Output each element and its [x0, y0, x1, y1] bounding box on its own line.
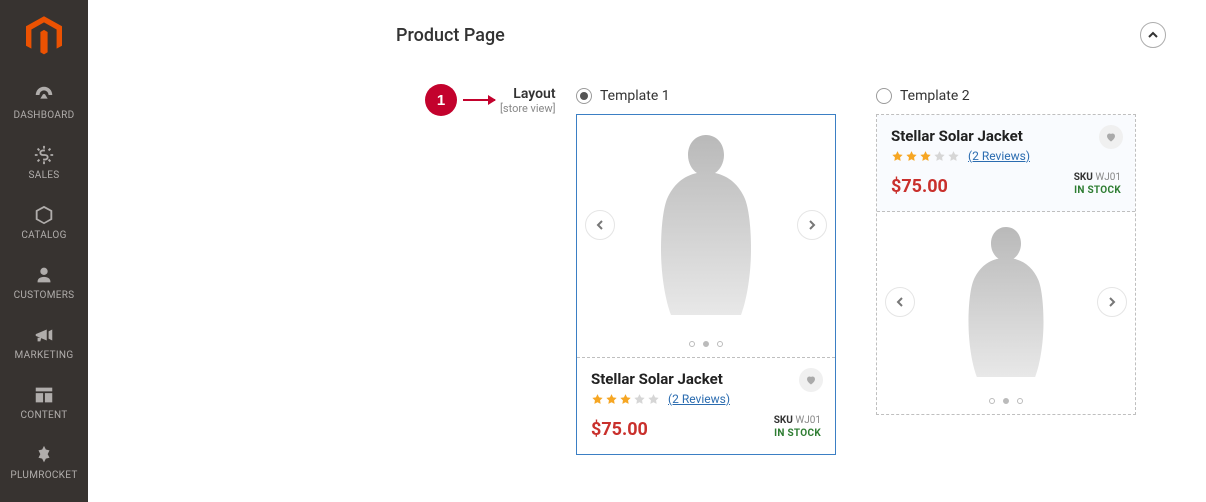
sidebar-item-customers[interactable]: CUSTOMERS: [0, 252, 88, 312]
admin-sidebar: DASHBOARD SALES CATALOG CUSTOMERS MARKET…: [0, 0, 88, 502]
sidebar-item-label: SALES: [29, 170, 60, 181]
product-silhouette-icon: [956, 222, 1056, 382]
product-image-area: [577, 115, 835, 335]
layout-option-template1: Template 1: [576, 88, 836, 455]
price-row: $75.00 SKU WJ01 IN STOCK: [591, 414, 821, 440]
field-label-text: Layout: [500, 86, 556, 102]
product-name: Stellar Solar Jacket: [591, 370, 821, 388]
product-info-box: Stellar Solar Jacket (2 Reviews) $75.00 …: [577, 357, 835, 454]
reviews-link[interactable]: (2 Reviews): [668, 392, 730, 406]
section-title: Product Page: [396, 25, 505, 46]
carousel-dot[interactable]: [703, 341, 709, 347]
rating-row: (2 Reviews): [591, 392, 821, 406]
annotation-arrow-icon: [463, 99, 495, 101]
chevron-right-icon: [1108, 297, 1116, 307]
section-collapse-button[interactable]: [1140, 22, 1166, 48]
carousel-prev-button[interactable]: [585, 210, 615, 240]
sku-stock: SKU WJ01 IN STOCK: [774, 414, 821, 440]
sidebar-item-label: DASHBOARD: [13, 110, 74, 121]
sidebar-item-marketing[interactable]: MARKETING: [0, 312, 88, 372]
heart-icon: [1105, 131, 1117, 143]
sku-value: WJ01: [795, 415, 821, 426]
carousel-next-button[interactable]: [797, 210, 827, 240]
star-icon: [619, 393, 632, 406]
carousel-dot[interactable]: [989, 398, 995, 404]
carousel-dot[interactable]: [717, 341, 723, 347]
field-scope: [store view]: [500, 102, 556, 115]
star-icon: [933, 150, 946, 163]
star-icon: [905, 150, 918, 163]
radio-button-icon: [576, 88, 592, 104]
heart-icon: [805, 374, 817, 386]
sidebar-item-label: PLUMROCKET: [10, 470, 77, 481]
sku-label: SKU: [774, 415, 793, 426]
carousel-dot[interactable]: [1017, 398, 1023, 404]
rating-stars: [891, 150, 960, 163]
radio-template2[interactable]: Template 2: [876, 88, 1136, 104]
layout-option-template2: Template 2 Stellar Solar Jacket (2 Revie: [876, 88, 1136, 455]
star-icon: [605, 393, 618, 406]
rating-row: (2 Reviews): [891, 149, 1121, 163]
carousel-prev-button[interactable]: [885, 287, 915, 317]
stock-status: IN STOCK: [1074, 184, 1121, 197]
template1-preview-card[interactable]: Stellar Solar Jacket (2 Reviews) $75.00 …: [576, 114, 836, 455]
reviews-link[interactable]: (2 Reviews): [968, 149, 1030, 163]
chevron-left-icon: [596, 220, 604, 230]
sidebar-item-label: MARKETING: [15, 350, 74, 361]
layout-options: Template 1: [576, 88, 1136, 455]
sidebar-item-label: CATALOG: [21, 230, 66, 241]
field-label: Layout [store view]: [500, 86, 556, 115]
wishlist-button[interactable]: [1099, 125, 1123, 149]
product-silhouette-icon: [646, 130, 766, 320]
radio-label: Template 1: [600, 88, 670, 104]
rating-stars: [591, 393, 660, 406]
chevron-left-icon: [896, 297, 904, 307]
carousel-dot[interactable]: [1003, 398, 1009, 404]
sku-label: SKU: [1074, 172, 1093, 183]
carousel-dots: [877, 392, 1135, 414]
sidebar-item-catalog[interactable]: CATALOG: [0, 192, 88, 252]
product-info-box: Stellar Solar Jacket (2 Reviews) $75.00 …: [877, 115, 1135, 212]
sku-stock: SKU WJ01 IN STOCK: [1074, 171, 1121, 197]
star-icon: [591, 393, 604, 406]
carousel-next-button[interactable]: [1097, 287, 1127, 317]
stock-status: IN STOCK: [774, 427, 821, 440]
annotation-badge: 1: [425, 84, 495, 116]
annotation-number: 1: [425, 84, 457, 116]
wishlist-button[interactable]: [799, 368, 823, 392]
radio-button-icon: [876, 88, 892, 104]
star-icon: [947, 150, 960, 163]
magento-logo[interactable]: [0, 0, 88, 72]
sidebar-item-dashboard[interactable]: DASHBOARD: [0, 72, 88, 132]
star-icon: [891, 150, 904, 163]
product-price: $75.00: [891, 176, 948, 197]
star-icon: [633, 393, 646, 406]
chevron-right-icon: [808, 220, 816, 230]
sidebar-item-plumrocket[interactable]: PLUMROCKET: [0, 432, 88, 492]
price-row: $75.00 SKU WJ01 IN STOCK: [891, 171, 1121, 197]
product-image-area: [877, 212, 1135, 392]
template2-preview-card[interactable]: Stellar Solar Jacket (2 Reviews) $75.00 …: [876, 114, 1136, 415]
carousel-dots: [577, 335, 835, 357]
sku-value: WJ01: [1095, 172, 1121, 183]
sidebar-item-label: CONTENT: [20, 410, 67, 421]
carousel-dot[interactable]: [689, 341, 695, 347]
radio-label: Template 2: [900, 88, 970, 104]
star-icon: [919, 150, 932, 163]
product-price: $75.00: [591, 419, 648, 440]
section-header: Product Page: [88, 0, 1206, 48]
sidebar-menu: DASHBOARD SALES CATALOG CUSTOMERS MARKET…: [0, 72, 88, 492]
sidebar-item-sales[interactable]: SALES: [0, 132, 88, 192]
sidebar-item-label: CUSTOMERS: [14, 290, 75, 301]
star-icon: [647, 393, 660, 406]
chevron-up-icon: [1148, 30, 1158, 40]
sidebar-item-content[interactable]: CONTENT: [0, 372, 88, 432]
radio-template1[interactable]: Template 1: [576, 88, 836, 104]
product-name: Stellar Solar Jacket: [891, 127, 1121, 145]
